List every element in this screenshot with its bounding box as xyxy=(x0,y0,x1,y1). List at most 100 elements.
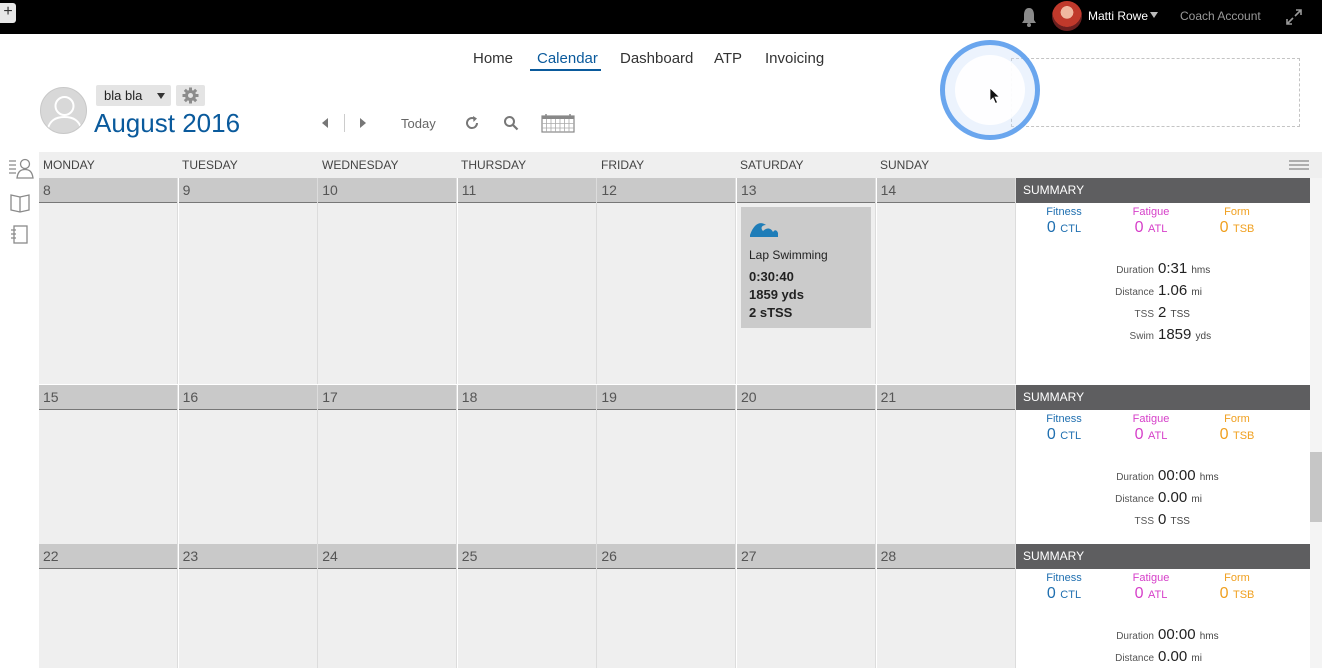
day-number-bar: 18 xyxy=(457,385,596,410)
day-cell[interactable]: 14 xyxy=(876,178,1016,384)
week-summary: SUMMARY Fitness 0 CTL Fatigue 0 ATL Form 0 TSB… xyxy=(1016,544,1310,668)
day-number-bar: 13 xyxy=(737,178,875,203)
nav-invoicing[interactable]: Invoicing xyxy=(765,50,824,67)
coach-account-link[interactable]: Coach Account xyxy=(1180,9,1261,23)
fatigue-unit: ATL xyxy=(1148,589,1168,601)
stat-unit: yds xyxy=(1195,331,1212,342)
fatigue-label: Fatigue xyxy=(1132,206,1170,218)
day-number: 21 xyxy=(880,389,897,405)
workout-distance: 1859 yds xyxy=(749,287,804,302)
stat-unit: hms xyxy=(1199,631,1219,642)
day-cell[interactable]: 9 xyxy=(178,178,318,384)
fitness-unit: CTL xyxy=(1060,223,1082,235)
day-cell[interactable]: 16 xyxy=(178,385,318,544)
day-cell[interactable]: 27 xyxy=(737,544,876,668)
day-number: 10 xyxy=(322,182,338,198)
prev-week-icon[interactable] xyxy=(319,116,331,130)
user-avatar[interactable] xyxy=(1052,1,1082,31)
refresh-icon[interactable] xyxy=(463,114,481,132)
day-cell[interactable]: 28 xyxy=(876,544,1016,668)
day-number: 11 xyxy=(461,182,477,198)
day-number: 18 xyxy=(461,389,478,405)
summary-stat-row: Duration 0:31 hms xyxy=(1016,260,1310,280)
day-cell[interactable]: 17 xyxy=(318,385,458,544)
search-icon[interactable] xyxy=(503,115,519,131)
summary-stat-row: TSS 2 TSS xyxy=(1016,304,1310,324)
calendar-picker-icon[interactable] xyxy=(541,113,575,133)
day-cell[interactable]: 25 xyxy=(457,544,597,668)
nav-home[interactable]: Home xyxy=(473,50,513,67)
day-cell[interactable]: 20 xyxy=(737,385,876,544)
day-cell[interactable]: 19 xyxy=(597,385,737,544)
day-number: 16 xyxy=(182,389,199,405)
stat-label: Distance xyxy=(1115,653,1154,664)
scrollbar-thumb[interactable] xyxy=(1310,452,1322,522)
day-number-bar: 15 xyxy=(39,385,177,410)
summary-stat-row: Duration 00:00 hms xyxy=(1016,626,1310,646)
stat-value: 00:00 xyxy=(1158,467,1196,484)
fatigue-label: Fatigue xyxy=(1132,413,1170,425)
stat-value: 0 xyxy=(1158,511,1167,528)
fitness-unit: CTL xyxy=(1060,589,1082,601)
day-number-bar: 16 xyxy=(178,385,317,410)
day-cell[interactable]: 24 xyxy=(318,544,458,668)
hamburger-menu-icon[interactable] xyxy=(1288,159,1310,171)
day-cell[interactable]: 15 xyxy=(39,385,178,544)
today-button[interactable]: Today xyxy=(401,116,436,131)
week-summary: SUMMARY Fitness 0 CTL Fatigue 0 ATL Form 0 TSB… xyxy=(1016,385,1310,544)
day-number-bar: 21 xyxy=(876,385,1015,410)
athlete-avatar[interactable] xyxy=(40,87,87,134)
stat-label: Distance xyxy=(1115,287,1154,298)
day-header-monday: MONDAY xyxy=(43,158,95,172)
fullscreen-icon[interactable] xyxy=(1286,9,1302,25)
fatigue-value: 0 xyxy=(1134,585,1144,602)
day-number: 26 xyxy=(601,548,617,564)
form-metric: Form 0 TSB xyxy=(1197,206,1277,237)
workout-card[interactable]: Lap Swimming 0:30:40 1859 yds 2 sTSS xyxy=(741,207,871,328)
summary-title: SUMMARY xyxy=(1023,390,1085,404)
fitness-value: 0 xyxy=(1046,219,1056,236)
day-header-wednesday: WEDNESDAY xyxy=(322,158,399,172)
day-cell[interactable]: 21 xyxy=(876,385,1016,544)
stat-unit: hms xyxy=(1199,472,1219,483)
bell-icon[interactable] xyxy=(1020,6,1038,28)
day-header-saturday: SATURDAY xyxy=(740,158,804,172)
user-menu-caret-icon[interactable] xyxy=(1150,12,1158,18)
athlete-list-icon[interactable] xyxy=(8,156,34,180)
day-number: 19 xyxy=(601,389,617,405)
day-cell[interactable]: 8 xyxy=(39,178,178,384)
summary-header: SUMMARY xyxy=(1016,178,1310,203)
stat-value: 00:00 xyxy=(1158,626,1196,643)
day-cell[interactable]: 12 xyxy=(597,178,737,384)
day-cell[interactable]: 11 xyxy=(457,178,597,384)
library-book-icon[interactable] xyxy=(8,191,32,213)
day-cell[interactable]: 26 xyxy=(597,544,737,668)
fitness-metric: Fitness 0 CTL xyxy=(1024,572,1104,603)
day-cell[interactable]: 10 xyxy=(318,178,458,384)
day-number: 22 xyxy=(43,548,59,564)
stat-unit: mi xyxy=(1191,653,1202,664)
drop-zone[interactable] xyxy=(1011,58,1300,127)
day-number-bar: 9 xyxy=(178,178,317,203)
notes-icon[interactable] xyxy=(8,224,32,246)
user-name[interactable]: Matti Rowe xyxy=(1088,9,1148,23)
day-cell[interactable]: 23 xyxy=(178,544,318,668)
next-week-icon[interactable] xyxy=(357,116,369,130)
summary-stat-row: Distance 1.06 mi xyxy=(1016,282,1310,302)
scrollbar-track[interactable] xyxy=(1310,178,1322,668)
workout-duration: 0:30:40 xyxy=(749,269,794,284)
settings-button[interactable] xyxy=(176,85,205,106)
mouse-cursor-icon xyxy=(989,87,1001,105)
day-number: 17 xyxy=(322,389,338,405)
stat-unit: TSS xyxy=(1170,516,1190,527)
day-cell[interactable]: 22 xyxy=(39,544,178,668)
nav-calendar[interactable]: Calendar xyxy=(537,50,598,67)
day-cell[interactable]: 18 xyxy=(457,385,597,544)
athlete-select-caret-icon[interactable] xyxy=(157,93,165,99)
day-number: 9 xyxy=(182,182,191,198)
nav-atp[interactable]: ATP xyxy=(714,50,742,67)
month-name: August xyxy=(94,108,175,138)
add-button[interactable]: + xyxy=(0,3,16,23)
day-number: 13 xyxy=(741,182,757,198)
nav-dashboard[interactable]: Dashboard xyxy=(620,50,693,67)
